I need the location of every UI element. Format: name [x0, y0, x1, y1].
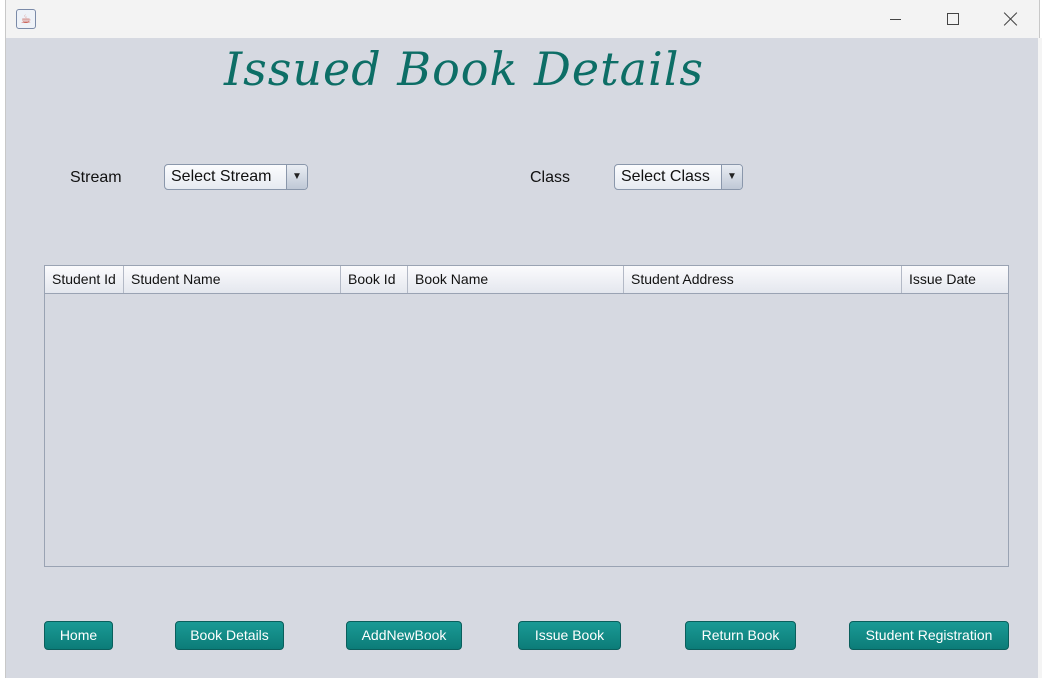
issue-book-button[interactable]: Issue Book — [518, 621, 621, 650]
column-header-student-address[interactable]: Student Address — [624, 266, 902, 293]
column-header-book-name[interactable]: Book Name — [408, 266, 624, 293]
page-title: Issued Book Details — [224, 42, 705, 96]
class-select-value: Select Class — [621, 168, 710, 185]
maximize-icon — [947, 13, 959, 25]
main-window: ☕ Issued Book Details Stream Select Stre… — [5, 0, 1040, 678]
title-bar[interactable]: ☕ — [6, 0, 1039, 38]
chevron-down-icon[interactable]: ▼ — [286, 165, 307, 189]
stream-select-value: Select Stream — [171, 168, 272, 185]
table-header: Student Id Student Name Book Id Book Nam… — [45, 266, 1008, 294]
minimize-icon — [889, 18, 901, 20]
class-select[interactable]: Select Class ▼ — [614, 164, 743, 190]
issued-books-table[interactable]: Student Id Student Name Book Id Book Nam… — [44, 265, 1009, 567]
chevron-down-icon[interactable]: ▼ — [721, 165, 742, 189]
maximize-button[interactable] — [924, 0, 982, 38]
close-icon — [1004, 12, 1018, 26]
class-label: Class — [530, 169, 571, 186]
column-header-issue-date[interactable]: Issue Date — [902, 266, 1008, 293]
column-header-student-name[interactable]: Student Name — [124, 266, 341, 293]
java-icon[interactable]: ☕ — [16, 9, 36, 29]
book-details-button[interactable]: Book Details — [175, 621, 284, 650]
close-button[interactable] — [982, 0, 1040, 38]
stream-label: Stream — [70, 169, 122, 186]
student-registration-button[interactable]: Student Registration — [849, 621, 1009, 650]
minimize-button[interactable] — [866, 0, 924, 38]
return-book-button[interactable]: Return Book — [685, 621, 796, 650]
add-new-book-button[interactable]: AddNewBook — [346, 621, 462, 650]
window-edge — [1038, 38, 1042, 678]
stream-select[interactable]: Select Stream ▼ — [164, 164, 308, 190]
column-header-book-id[interactable]: Book Id — [341, 266, 408, 293]
column-header-student-id[interactable]: Student Id — [45, 266, 124, 293]
home-button[interactable]: Home — [44, 621, 113, 650]
